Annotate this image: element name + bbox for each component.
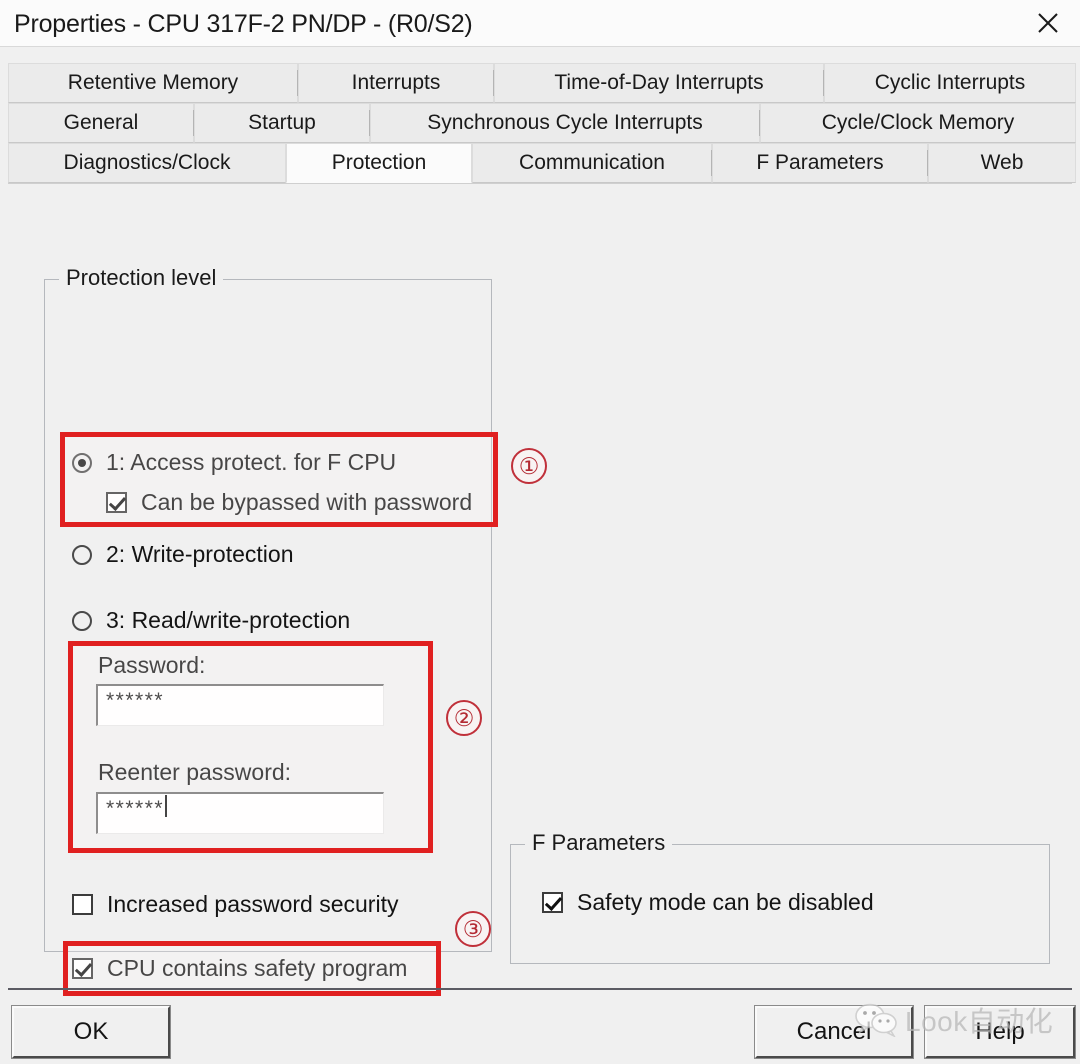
tab-communication[interactable]: Communication: [472, 143, 712, 183]
checkbox-label: Safety mode can be disabled: [577, 889, 874, 915]
tab-cycle-clock-memory[interactable]: Cycle/Clock Memory: [760, 103, 1076, 143]
tab-label: Cycle/Clock Memory: [821, 111, 1015, 134]
tab-label: Cyclic Interrupts: [874, 71, 1026, 94]
help-button[interactable]: Help: [924, 1005, 1076, 1059]
dialog-client-area: Retentive Memory Interrupts Time-of-Day …: [0, 47, 1080, 1064]
radio-label: 2: Write-protection: [106, 541, 294, 567]
tab-label: Time-of-Day Interrupts: [554, 71, 764, 94]
checkbox-indicator[interactable]: [542, 892, 563, 913]
help-button-label: Help: [975, 1018, 1025, 1045]
radio-indicator[interactable]: [72, 544, 92, 565]
checkbox-indicator[interactable]: [72, 894, 93, 915]
reenter-password-value: ******: [106, 797, 165, 820]
tab-label: Synchronous Cycle Interrupts: [427, 111, 703, 134]
window-title: Properties - CPU 317F-2 PN/DP - (R0/S2): [14, 10, 473, 38]
text-cursor: [165, 795, 168, 817]
tab-protection[interactable]: Protection: [286, 143, 472, 183]
tab-label: Interrupts: [351, 71, 441, 94]
checkbox-label: CPU contains safety program: [107, 955, 408, 981]
checkbox-label: Increased password security: [107, 891, 399, 917]
tab-cyclic-interrupts[interactable]: Cyclic Interrupts: [824, 63, 1076, 103]
tab-general[interactable]: General: [8, 103, 194, 143]
tab-time-of-day-interrupts[interactable]: Time-of-Day Interrupts: [494, 63, 824, 103]
checkbox-indicator[interactable]: [72, 958, 93, 979]
tab-label: Diagnostics/Clock: [63, 151, 231, 174]
protection-tab-page: Protection level 1: Access protect. for …: [8, 183, 1072, 996]
tab-row-1: Retentive Memory Interrupts Time-of-Day …: [8, 63, 1076, 103]
group-title: Protection level: [59, 265, 224, 291]
group-title: F Parameters: [525, 830, 673, 856]
tab-label: Web: [980, 151, 1024, 174]
checkbox-increased-password-security[interactable]: Increased password security: [72, 891, 398, 918]
radio-indicator[interactable]: [72, 610, 92, 631]
tab-web[interactable]: Web: [928, 143, 1076, 183]
tab-label: Startup: [248, 111, 316, 134]
password-value: ******: [106, 689, 165, 712]
tab-label: General: [63, 111, 139, 134]
annotation-marker-1: ①: [511, 448, 547, 484]
reenter-password-input[interactable]: ******: [96, 792, 384, 834]
tab-interrupts[interactable]: Interrupts: [298, 63, 494, 103]
title-bar: Properties - CPU 317F-2 PN/DP - (R0/S2): [0, 0, 1080, 47]
footer-separator: [8, 988, 1072, 990]
ok-button-label: OK: [73, 1018, 109, 1045]
tab-row-3: Diagnostics/Clock Protection Communicati…: [8, 143, 1076, 183]
checkbox-can-be-bypassed-with-password[interactable]: Can be bypassed with password: [106, 489, 472, 516]
cancel-button[interactable]: Cancel: [754, 1005, 914, 1059]
checkbox-label: Can be bypassed with password: [141, 489, 473, 515]
radio-label: 1: Access protect. for F CPU: [106, 449, 397, 475]
tab-label: F Parameters: [756, 151, 884, 174]
radio-label: 3: Read/write-protection: [106, 607, 351, 633]
tab-label: Protection: [331, 151, 427, 174]
tab-diagnostics-clock[interactable]: Diagnostics/Clock: [8, 143, 286, 183]
radio-protection-level-3[interactable]: 3: Read/write-protection: [72, 607, 350, 634]
checkbox-safety-mode-can-be-disabled[interactable]: Safety mode can be disabled: [542, 889, 874, 916]
tab-row-2: General Startup Synchronous Cycle Interr…: [8, 103, 1076, 143]
tab-label: Communication: [519, 151, 665, 174]
tab-label: Retentive Memory: [67, 71, 239, 94]
tab-retentive-memory[interactable]: Retentive Memory: [8, 63, 298, 103]
radio-indicator[interactable]: [72, 452, 92, 473]
checkbox-cpu-contains-safety-program[interactable]: CPU contains safety program: [72, 955, 407, 982]
radio-protection-level-2[interactable]: 2: Write-protection: [72, 541, 293, 568]
tab-synchronous-cycle-interrupts[interactable]: Synchronous Cycle Interrupts: [370, 103, 760, 143]
ok-button[interactable]: OK: [11, 1005, 171, 1059]
close-icon[interactable]: [1022, 0, 1074, 46]
cancel-button-label: Cancel: [796, 1018, 872, 1045]
password-label: Password:: [98, 652, 206, 678]
checkbox-indicator[interactable]: [106, 492, 127, 513]
properties-dialog: Properties - CPU 317F-2 PN/DP - (R0/S2) …: [0, 0, 1080, 1064]
tab-startup[interactable]: Startup: [194, 103, 370, 143]
reenter-password-label: Reenter password:: [98, 759, 292, 785]
radio-protection-level-1[interactable]: 1: Access protect. for F CPU: [72, 449, 396, 476]
password-input[interactable]: ******: [96, 684, 384, 726]
tab-f-parameters[interactable]: F Parameters: [712, 143, 928, 183]
tab-strip: Retentive Memory Interrupts Time-of-Day …: [8, 63, 1076, 185]
